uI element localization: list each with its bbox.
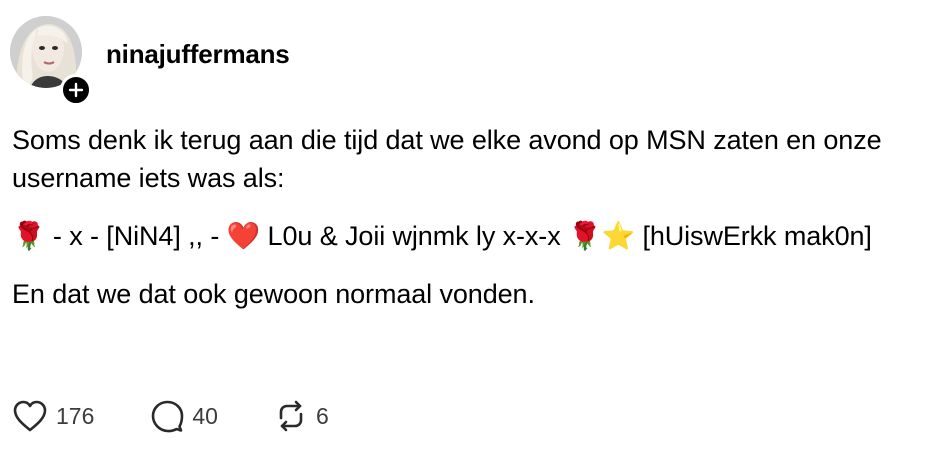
repost-count: 6 — [315, 402, 329, 429]
post-paragraph: 🌹 - x - [NiN4] ,, - ❤️ L0u & Joii wjnmk … — [12, 221, 872, 251]
comment-icon — [152, 400, 184, 433]
username[interactable]: ninajuffermans — [106, 38, 290, 70]
reply-count: 40 — [192, 402, 218, 429]
post-actions: 176 40 6 — [12, 396, 385, 436]
like-count: 176 — [56, 402, 95, 429]
plus-icon — [68, 82, 84, 98]
post-paragraph: En dat we dat ook gewoon normaal vonden. — [12, 279, 535, 309]
post-paragraph: Soms denk ik terug aan die tijd dat we e… — [12, 125, 882, 193]
thread-post: ninajuffermans Soms denk ik terug aan di… — [0, 0, 946, 452]
repost-button[interactable]: 6 — [274, 399, 329, 433]
like-button[interactable]: 176 — [12, 399, 94, 433]
reply-button[interactable]: 40 — [150, 399, 218, 433]
heart-icon — [13, 400, 47, 432]
follow-button[interactable] — [60, 74, 92, 106]
repost-icon — [279, 400, 303, 432]
avatar-container — [10, 16, 92, 106]
post-content: Soms denk ik terug aan die tijd dat we e… — [12, 121, 937, 333]
